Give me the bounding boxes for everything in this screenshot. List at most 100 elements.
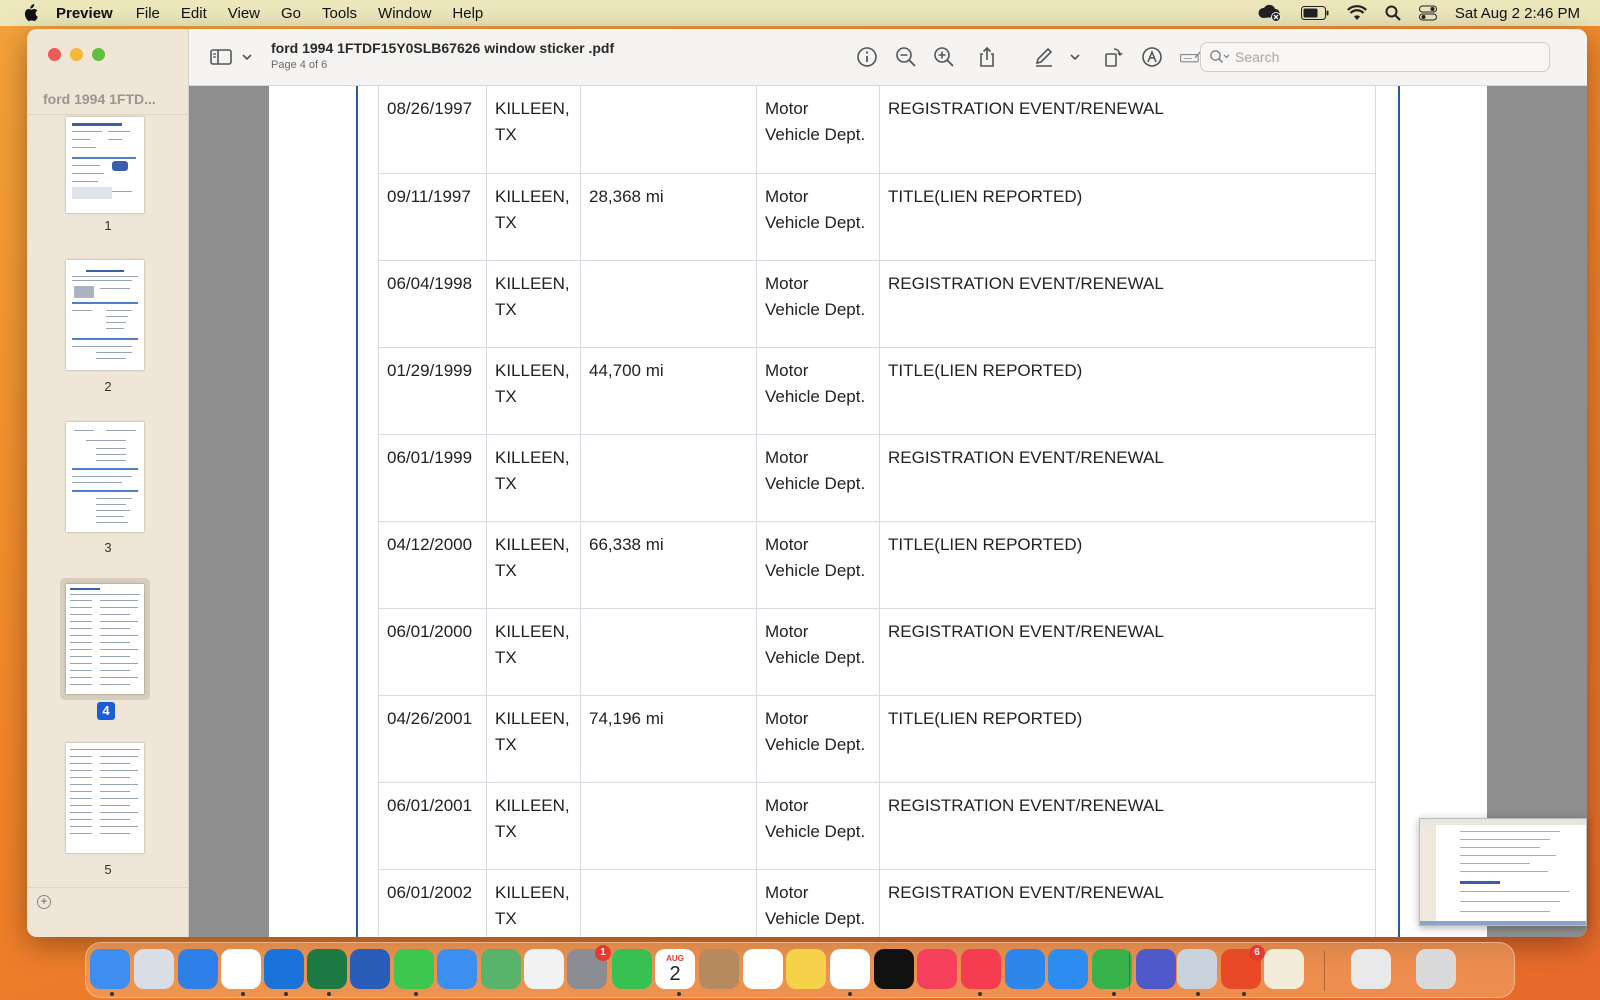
menu-help[interactable]: Help: [452, 5, 483, 22]
history-event-cell: TITLE(LIEN REPORTED): [879, 346, 1376, 435]
history-location-cell: KILLEEN, TX: [486, 172, 581, 261]
history-source-cell-text: Vehicle Dept.: [765, 908, 866, 928]
highlight-pen-icon[interactable]: [1032, 45, 1056, 69]
notification-badge: 6: [1249, 945, 1265, 961]
trash-icon[interactable]: [1416, 949, 1456, 989]
history-event-cell: REGISTRATION EVENT/RENEWAL: [879, 868, 1376, 937]
search-icon: [1210, 50, 1230, 64]
maps-icon[interactable]: [481, 949, 521, 989]
finder-icon[interactable]: [90, 949, 130, 989]
history-location-cell-text: TX: [495, 386, 517, 406]
rotate-icon[interactable]: [1101, 45, 1125, 69]
search-field[interactable]: [1200, 42, 1550, 72]
keynote-icon[interactable]: [1005, 949, 1045, 989]
history-event-cell: TITLE(LIEN REPORTED): [879, 520, 1376, 609]
onedrive-icon[interactable]: [264, 949, 304, 989]
dock: 1 AUG 2 6: [85, 942, 1515, 998]
photos-icon[interactable]: [524, 949, 564, 989]
menu-app-name[interactable]: Preview: [56, 5, 113, 22]
apple-menu-icon[interactable]: [22, 4, 38, 22]
history-event-cell-text: TITLE(LIEN REPORTED): [888, 708, 1083, 728]
menu-file[interactable]: File: [136, 5, 160, 22]
teams-icon[interactable]: [1136, 949, 1176, 989]
minimize-window-button[interactable]: [70, 48, 83, 61]
menu-tools[interactable]: Tools: [322, 5, 357, 22]
page-indicator: Page 4 of 6: [271, 59, 328, 71]
history-event-cell-text: REGISTRATION EVENT/RENEWAL: [888, 99, 1164, 118]
history-date-cell-text: 01/29/1999: [387, 360, 473, 380]
page-thumbnail-1[interactable]: [66, 117, 144, 213]
facetime-icon[interactable]: [612, 949, 652, 989]
window-controls: [48, 48, 105, 61]
menu-window[interactable]: Window: [378, 5, 431, 22]
markup-icon[interactable]: [1140, 45, 1164, 69]
history-odometer-cell-text: 66,338 mi: [589, 534, 664, 554]
apple-tv-icon[interactable]: [874, 949, 914, 989]
textedit-icon[interactable]: [1264, 949, 1304, 989]
menu-view[interactable]: View: [228, 5, 260, 22]
history-date-cell-text: 06/01/2002: [387, 882, 473, 902]
calendar-icon[interactable]: AUG 2: [655, 949, 695, 989]
news-icon[interactable]: [961, 949, 1001, 989]
selected-page-badge: 4: [97, 702, 115, 720]
history-odometer-cell: [580, 607, 757, 696]
control-center-icon[interactable]: [1418, 5, 1437, 21]
sidebar-toggle-icon[interactable]: [209, 45, 233, 69]
preview-icon[interactable]: [1177, 949, 1217, 989]
page-thumbnail-2[interactable]: [66, 260, 144, 370]
page-thumbnail-5[interactable]: [66, 743, 144, 853]
screenshot-thumbnail-preview[interactable]: [1419, 818, 1587, 926]
microsoft-office-icon[interactable]: 6: [1221, 945, 1265, 989]
downloads-stack-icon[interactable]: [1351, 949, 1391, 989]
launchpad-icon[interactable]: [134, 949, 174, 989]
share-icon[interactable]: [975, 45, 999, 69]
history-date-cell-text: 06/04/1998: [387, 273, 473, 293]
search-input[interactable]: [1235, 49, 1535, 65]
history-location-cell: KILLEEN, TX: [486, 607, 581, 696]
add-page-button[interactable]: +: [37, 895, 51, 909]
running-app-indicator: [284, 992, 288, 996]
history-source-cell: Motor Vehicle Dept.: [756, 433, 880, 522]
page-thumbnail-4[interactable]: [66, 584, 144, 694]
chevron-down-icon[interactable]: [235, 45, 252, 69]
history-location-cell-text: KILLEEN,: [495, 360, 570, 380]
excel-icon[interactable]: [307, 949, 347, 989]
document-title: ford 1994 1FTDF15Y0SLB67626 window stick…: [271, 40, 615, 56]
safari-icon[interactable]: [178, 949, 218, 989]
word-icon[interactable]: [350, 949, 390, 989]
contacts-icon[interactable]: [699, 949, 739, 989]
document-viewport[interactable]: 08/26/1997 KILLEEN, TX Motor Vehicle Dept. RE…: [189, 86, 1587, 937]
dock-separator: [1129, 951, 1130, 991]
freeform-icon[interactable]: [830, 949, 870, 989]
history-date-cell: 06/01/2001: [378, 781, 487, 870]
wifi-icon[interactable]: [1346, 5, 1367, 21]
menu-edit[interactable]: Edit: [181, 5, 207, 22]
zoom-window-button[interactable]: [92, 48, 105, 61]
menubar-clock[interactable]: Sat Aug 2 2:46 PM: [1455, 5, 1580, 22]
spotlight-search-icon[interactable]: [1385, 5, 1401, 21]
app-store-icon[interactable]: [1048, 949, 1088, 989]
close-window-button[interactable]: [48, 48, 61, 61]
reminders-icon[interactable]: [743, 949, 783, 989]
chrome-icon[interactable]: [221, 949, 261, 989]
history-location-cell-text: TX: [495, 821, 517, 841]
history-source-cell-text: Motor: [765, 360, 809, 380]
messages-icon[interactable]: [394, 949, 434, 989]
battery-icon[interactable]: [1300, 6, 1329, 20]
calendar-day-label: 2: [669, 962, 681, 985]
creative-cloud-icon[interactable]: [1257, 4, 1283, 22]
menu-go[interactable]: Go: [281, 5, 301, 22]
zoom-out-icon[interactable]: [894, 45, 918, 69]
chevron-down-icon[interactable]: [1063, 45, 1080, 69]
mail-icon[interactable]: [437, 949, 477, 989]
notes-icon[interactable]: [786, 949, 826, 989]
music-icon[interactable]: [917, 949, 957, 989]
page-thumbnail-3[interactable]: [66, 422, 144, 532]
zoom-in-icon[interactable]: [932, 45, 956, 69]
history-location-cell-text: TX: [495, 560, 517, 580]
numbers-icon[interactable]: [1092, 949, 1132, 989]
info-icon[interactable]: [855, 45, 879, 69]
history-source-cell-text: Vehicle Dept.: [765, 821, 866, 841]
history-table-row: 04/12/2000 KILLEEN, TX 66,338 mi Motor Vehicl…: [378, 520, 1376, 609]
system-settings-icon[interactable]: 1: [567, 945, 611, 989]
